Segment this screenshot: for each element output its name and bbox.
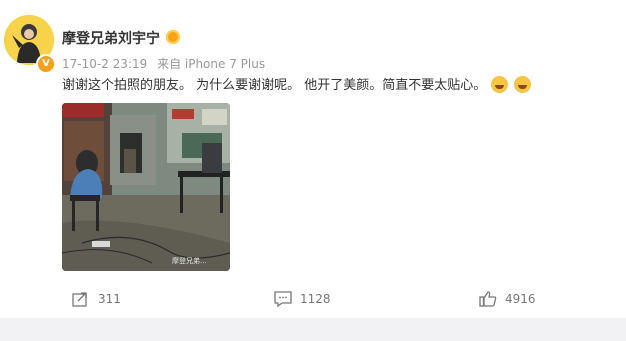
- like-count: 4916: [505, 292, 536, 306]
- feed-separator: [0, 318, 626, 341]
- laugh-emoji-icon: [491, 76, 509, 93]
- author-name[interactable]: 摩登兄弟刘宇宁: [62, 28, 160, 48]
- post-text-body: 谢谢这个拍照的朋友。 为什么要谢谢呢。 他开了美颜。简直不要太贴心。: [62, 78, 487, 93]
- comment-button[interactable]: 1128: [274, 291, 331, 307]
- thumbs-up-icon: [479, 291, 497, 307]
- verified-badge-icon: V: [36, 54, 56, 74]
- photo-watermark: 摩登兄弟...: [172, 257, 207, 265]
- post-text: 谢谢这个拍照的朋友。 为什么要谢谢呢。 他开了美颜。简直不要太贴心。: [62, 74, 531, 93]
- like-button[interactable]: 4916: [479, 291, 536, 307]
- post-source: 来自 iPhone 7 Plus: [157, 57, 266, 71]
- post-meta: 17-10-2 23:19 来自 iPhone 7 Plus: [62, 55, 271, 72]
- laugh-emoji-icon: [513, 76, 531, 93]
- vip-badge-icon: [166, 30, 180, 44]
- comment-icon: [274, 291, 292, 307]
- repost-button[interactable]: 311: [72, 291, 121, 307]
- repost-icon: [72, 292, 87, 307]
- post-photo[interactable]: 摩登兄弟...: [62, 103, 230, 271]
- comment-count: 1128: [300, 292, 331, 306]
- weibo-post-card: V 摩登兄弟刘宇宁 17-10-2 23:19 来自 iPhone 7 Plus…: [0, 0, 626, 318]
- post-date[interactable]: 17-10-2 23:19: [62, 57, 147, 71]
- repost-count: 311: [98, 292, 121, 306]
